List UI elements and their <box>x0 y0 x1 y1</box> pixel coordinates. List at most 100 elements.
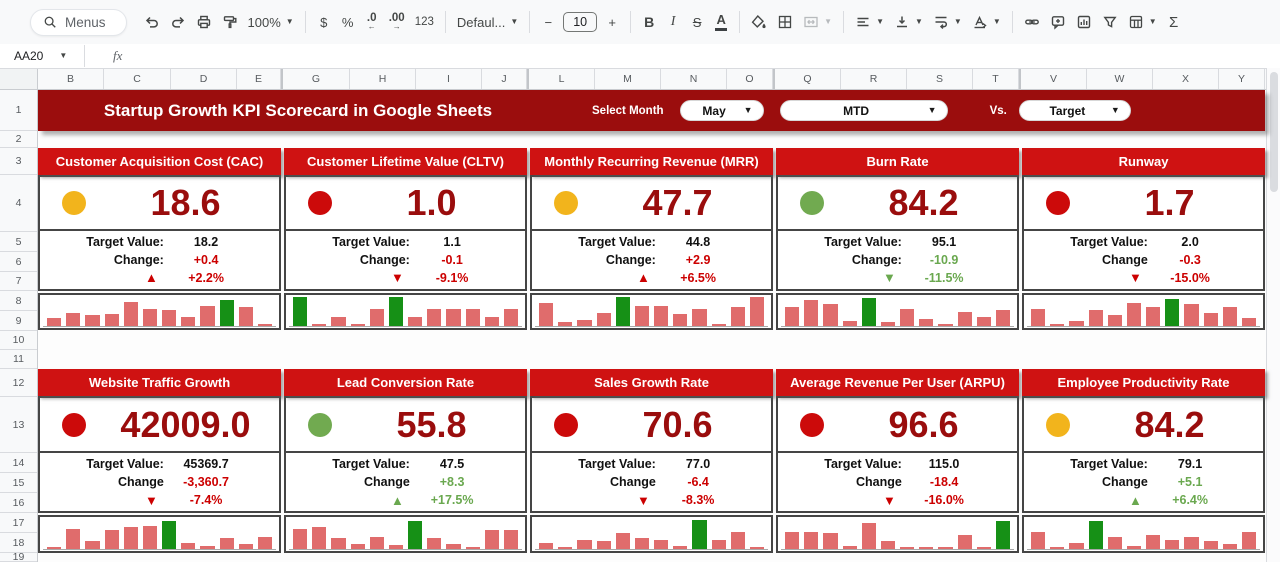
name-box[interactable]: AA20 ▼ <box>0 49 78 63</box>
row-header-2[interactable]: 2 <box>0 131 37 148</box>
more-formats-button[interactable]: 123 <box>410 9 439 35</box>
spark-bar <box>85 541 100 549</box>
kpi-value-section: 1.7 <box>1022 174 1265 231</box>
row-header-11[interactable]: 11 <box>0 350 37 369</box>
column-header-G[interactable]: G <box>281 69 350 89</box>
kpi-value-section: 55.8 <box>284 396 527 453</box>
row-header-16[interactable]: 16 <box>0 493 37 513</box>
row-header-8[interactable]: 8 <box>0 291 37 311</box>
chevron-down-icon: ▼ <box>285 17 294 26</box>
change-label: Change <box>1101 252 1148 267</box>
spark-bar <box>1107 537 1122 549</box>
increase-decimals-button[interactable]: .00 → <box>384 9 410 35</box>
chevron-down-icon: ▼ <box>59 51 68 60</box>
column-header-T[interactable]: T <box>973 69 1019 89</box>
text-rotation-button[interactable]: ▼ <box>967 9 1006 35</box>
column-header-H[interactable]: H <box>350 69 416 89</box>
horizontal-align-button[interactable]: ▼ <box>850 9 889 35</box>
undo-button[interactable] <box>139 9 165 35</box>
column-header-V[interactable]: V <box>1019 69 1087 89</box>
column-header-O[interactable]: O <box>727 69 773 89</box>
vertical-scrollbar[interactable] <box>1266 68 1280 562</box>
column-header-B[interactable]: B <box>38 69 104 89</box>
functions-button[interactable]: Σ <box>1162 9 1186 35</box>
chevron-down-icon: ▼ <box>510 17 519 26</box>
spark-bar <box>919 547 934 549</box>
period-dropdown[interactable]: MTD ▼ <box>779 100 948 121</box>
row-header-12[interactable]: 12 <box>0 369 37 397</box>
column-header-C[interactable]: C <box>104 69 171 89</box>
menus-button[interactable]: Menus <box>30 8 127 36</box>
change-label: Change <box>363 475 410 489</box>
print-button[interactable] <box>191 9 217 35</box>
change-value: +8.3 <box>439 475 465 489</box>
row-header-5[interactable]: 5 <box>0 232 37 252</box>
row-header-1[interactable]: 1 <box>0 90 37 131</box>
increase-font-size-button[interactable]: + <box>600 9 624 35</box>
row-header-7[interactable]: 7 <box>0 272 37 291</box>
column-header-D[interactable]: D <box>171 69 237 89</box>
insert-comment-button[interactable] <box>1045 9 1071 35</box>
decrease-font-size-button[interactable]: − <box>536 9 560 35</box>
percent-row: ▼ -9.1% <box>286 269 525 287</box>
column-header-Y[interactable]: Y <box>1219 69 1265 89</box>
paint-format-button[interactable] <box>217 9 243 35</box>
zoom-dropdown[interactable]: 100% ▼ <box>243 9 299 35</box>
column-header-J[interactable]: J <box>482 69 527 89</box>
row-header-19[interactable]: 19 <box>0 551 37 563</box>
row-header-3[interactable]: 3 <box>0 148 37 175</box>
column-header-X[interactable]: X <box>1153 69 1219 89</box>
row-header-10[interactable]: 10 <box>0 331 37 350</box>
kpi-card: Lead Conversion Rate 55.8 Target Value: … <box>284 369 527 553</box>
table-views-button[interactable]: ▼ <box>1123 9 1162 35</box>
create-filter-button[interactable] <box>1097 9 1123 35</box>
row-header-6[interactable]: 6 <box>0 252 37 272</box>
scrollbar-thumb[interactable] <box>1270 72 1278 192</box>
column-header-W[interactable]: W <box>1087 69 1153 89</box>
merge-cells-button[interactable]: ▼ <box>798 9 837 35</box>
month-dropdown[interactable]: May ▼ <box>679 100 764 121</box>
fill-color-button[interactable] <box>746 9 772 35</box>
change-percent: -9.1% <box>435 270 469 285</box>
column-header-M[interactable]: M <box>595 69 661 89</box>
row-header-15[interactable]: 15 <box>0 473 37 493</box>
font-dropdown[interactable]: Defaul... ▼ <box>452 9 523 35</box>
italic-button[interactable]: I <box>661 9 685 35</box>
compare-dropdown[interactable]: Target ▼ <box>1018 100 1131 121</box>
row-header-13[interactable]: 13 <box>0 397 37 453</box>
row-header-9[interactable]: 9 <box>0 311 37 331</box>
decrease-decimals-button[interactable]: .0 ← <box>360 9 384 35</box>
row-header-17[interactable]: 17 <box>0 513 37 533</box>
row-header-18[interactable]: 18 <box>0 533 37 553</box>
column-header-N[interactable]: N <box>661 69 727 89</box>
column-header-I[interactable]: I <box>416 69 482 89</box>
row-header-14[interactable]: 14 <box>0 453 37 473</box>
row-header-4[interactable]: 4 <box>0 175 37 232</box>
font-size-input[interactable]: 10 <box>563 12 598 32</box>
insert-link-button[interactable] <box>1019 9 1045 35</box>
bold-button[interactable]: B <box>637 9 661 35</box>
dashboard-header-band: Startup Growth KPI Scorecard in Google S… <box>38 90 1265 131</box>
redo-button[interactable] <box>165 9 191 35</box>
insert-chart-button[interactable] <box>1071 9 1097 35</box>
format-currency-button[interactable]: $ <box>312 9 336 35</box>
text-wrap-button[interactable]: ▼ <box>928 9 967 35</box>
spark-bar <box>369 309 384 326</box>
status-dot <box>1046 190 1070 215</box>
spark-bar <box>900 309 915 326</box>
select-all-corner[interactable] <box>0 69 38 89</box>
format-percent-button[interactable]: % <box>336 9 360 35</box>
column-header-L[interactable]: L <box>527 69 595 89</box>
strikethrough-button[interactable]: S <box>685 9 709 35</box>
column-header-R[interactable]: R <box>841 69 907 89</box>
column-header-Q[interactable]: Q <box>773 69 841 89</box>
text-color-button[interactable]: A <box>709 9 733 35</box>
borders-button[interactable] <box>772 9 798 35</box>
column-header-E[interactable]: E <box>237 69 281 89</box>
column-header-S[interactable]: S <box>907 69 973 89</box>
vertical-align-button[interactable]: ▼ <box>889 9 928 35</box>
spark-bar <box>257 324 273 326</box>
spark-bar <box>1050 547 1065 549</box>
spark-bar <box>1241 532 1257 549</box>
vertical-align-icon <box>896 16 907 28</box>
